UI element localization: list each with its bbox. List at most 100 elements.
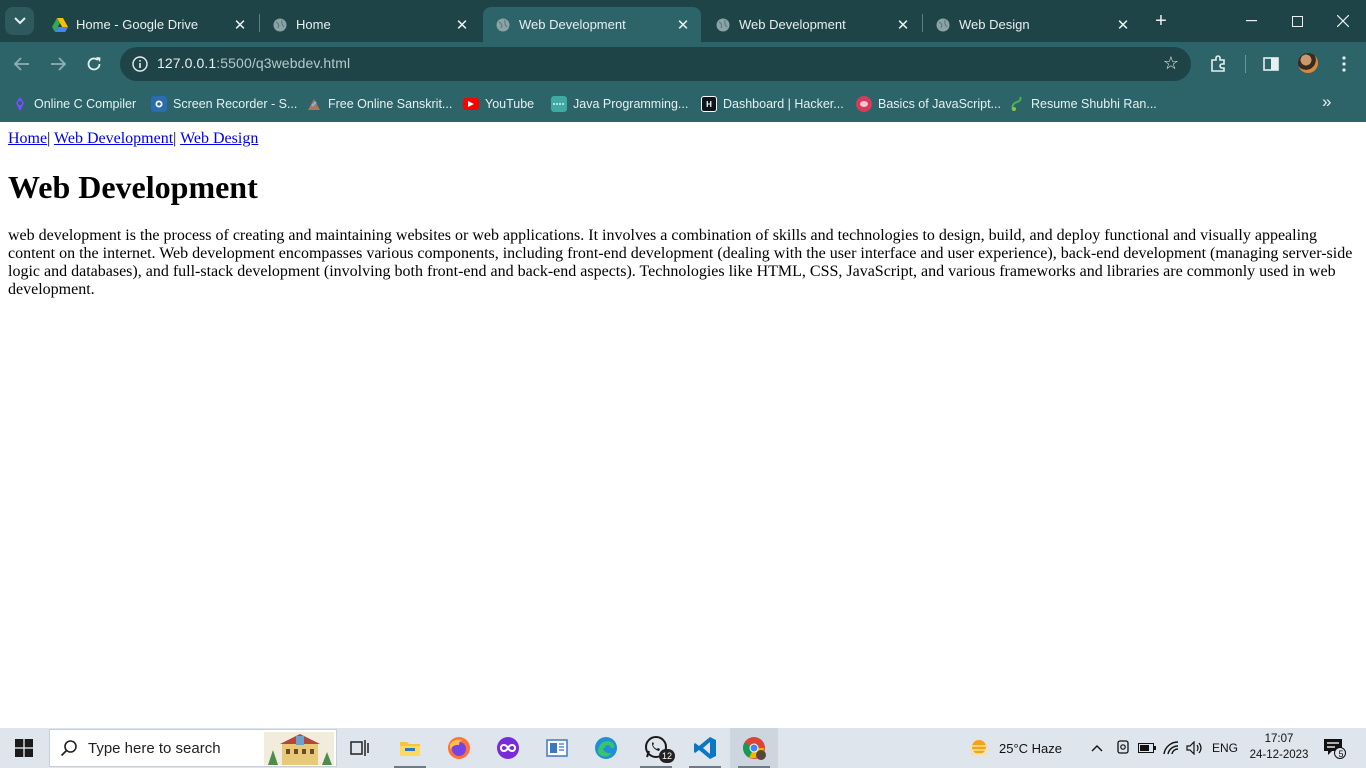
bookmark-label: Resume Shubhi Ran... bbox=[1031, 97, 1157, 111]
weather-text: 25°C Haze bbox=[999, 740, 1063, 756]
bookmark-label: Java Programming... bbox=[573, 97, 689, 111]
bookmark-youtube[interactable]: YouTube bbox=[463, 94, 534, 114]
show-hidden-icons-button[interactable] bbox=[1091, 728, 1103, 768]
language-indicator[interactable]: ENG bbox=[1212, 728, 1238, 768]
close-icon[interactable]: ✕ bbox=[230, 15, 250, 35]
tab-search-button[interactable] bbox=[5, 7, 34, 35]
close-window-button[interactable] bbox=[1320, 0, 1366, 42]
page-heading: Web Development bbox=[8, 169, 258, 205]
whatsapp-button[interactable]: 12 bbox=[632, 728, 680, 768]
tab-web-development-active[interactable]: Web Development ✕ bbox=[483, 7, 701, 42]
wifi-icon[interactable] bbox=[1163, 728, 1181, 768]
page-paragraph: web development is the process of creati… bbox=[8, 227, 1353, 298]
tab-strip: Home - Google Drive ✕ Home ✕ Web Develop… bbox=[0, 0, 1366, 42]
site-info-icon[interactable] bbox=[128, 52, 152, 76]
news-icon bbox=[546, 739, 568, 757]
bookmark-label: YouTube bbox=[485, 97, 535, 111]
folder-icon bbox=[400, 742, 420, 756]
search-icon bbox=[50, 739, 88, 757]
nav-link-home[interactable]: Home bbox=[8, 130, 47, 147]
toolbar-divider bbox=[1245, 55, 1246, 73]
notifications-button[interactable]: 5 bbox=[1322, 728, 1346, 768]
hackerrank-icon: H bbox=[701, 96, 717, 112]
tab-google-drive[interactable]: Home - Google Drive ✕ bbox=[40, 7, 258, 42]
globe-icon bbox=[495, 17, 511, 33]
close-icon[interactable]: ✕ bbox=[893, 15, 913, 35]
reload-icon bbox=[87, 57, 101, 71]
nav-link-web-design[interactable]: Web Design bbox=[180, 130, 258, 147]
meet-now-icon[interactable] bbox=[1116, 728, 1130, 768]
bookmark-star-icon[interactable]: ☆ bbox=[1163, 53, 1179, 74]
youtube-icon bbox=[463, 98, 479, 110]
bookmark-screen-recorder[interactable]: Screen Recorder - S... bbox=[151, 94, 297, 114]
nav-separator: | bbox=[173, 130, 177, 147]
bookmark-hackerrank[interactable]: H Dashboard | Hacker... bbox=[701, 94, 844, 114]
weather-widget[interactable]: 25°C Haze bbox=[968, 728, 1062, 768]
side-panel-icon bbox=[1263, 57, 1279, 71]
minimize-icon bbox=[1245, 20, 1257, 22]
start-button[interactable] bbox=[0, 728, 48, 768]
clock[interactable]: 17:07 24-12-2023 bbox=[1248, 731, 1310, 763]
nav-separator: | bbox=[47, 130, 51, 147]
firefox-button[interactable] bbox=[435, 728, 483, 768]
browser-toolbar: 127.0.0.1:5500/q3webdev.html ☆ bbox=[0, 42, 1366, 86]
tab-title: Home bbox=[296, 17, 331, 32]
address-bar[interactable]: 127.0.0.1:5500/q3webdev.html ☆ bbox=[120, 47, 1191, 81]
edge-icon bbox=[595, 737, 617, 759]
close-icon[interactable]: ✕ bbox=[673, 15, 693, 35]
firefox-icon bbox=[448, 737, 470, 759]
close-icon[interactable]: ✕ bbox=[452, 15, 472, 35]
bookmark-online-c-compiler[interactable]: Online C Compiler bbox=[12, 94, 136, 114]
infinity-app-button[interactable] bbox=[484, 728, 532, 768]
task-view-button[interactable] bbox=[336, 728, 384, 768]
bookmark-java-programming[interactable]: Java Programming... bbox=[551, 94, 688, 114]
menu-button[interactable] bbox=[1330, 50, 1358, 78]
chevron-double-right-icon[interactable]: » bbox=[1322, 92, 1331, 112]
tab-title: Home - Google Drive bbox=[76, 17, 199, 32]
minimize-button[interactable] bbox=[1228, 0, 1274, 42]
forward-button[interactable] bbox=[44, 50, 72, 78]
bookmark-resume[interactable]: Resume Shubhi Ran... bbox=[1009, 94, 1157, 114]
edge-button[interactable] bbox=[582, 728, 630, 768]
url-text: 127.0.0.1:5500/q3webdev.html bbox=[157, 55, 350, 71]
taskbar-search-input[interactable]: Type here to search bbox=[49, 729, 337, 767]
profile-avatar[interactable] bbox=[1298, 53, 1318, 73]
side-panel-button[interactable] bbox=[1257, 50, 1285, 78]
chrome-icon bbox=[743, 737, 766, 760]
nav-link-web-development[interactable]: Web Development bbox=[54, 130, 173, 147]
volume-icon[interactable] bbox=[1186, 728, 1204, 768]
search-highlight-illustration bbox=[264, 732, 334, 765]
file-explorer-button[interactable] bbox=[386, 728, 434, 768]
extensions-button[interactable] bbox=[1204, 50, 1232, 78]
bookmark-label: Basics of JavaScript... bbox=[878, 97, 1001, 111]
vscode-button[interactable] bbox=[681, 728, 729, 768]
close-icon[interactable]: ✕ bbox=[1113, 15, 1133, 35]
javascript-icon bbox=[856, 96, 872, 112]
tab-web-development[interactable]: Web Development ✕ bbox=[703, 7, 921, 42]
reload-button[interactable] bbox=[80, 50, 108, 78]
battery-icon[interactable] bbox=[1138, 728, 1156, 768]
page-nav: Home| Web Development| Web Design bbox=[8, 130, 1358, 148]
java-icon bbox=[551, 96, 567, 112]
back-button[interactable] bbox=[8, 50, 36, 78]
resume-icon bbox=[1009, 96, 1025, 112]
screen-recorder-icon bbox=[151, 96, 167, 112]
sanskrit-icon bbox=[306, 96, 322, 112]
bookmark-label: Screen Recorder - S... bbox=[173, 97, 298, 111]
bookmark-javascript-basics[interactable]: Basics of JavaScript... bbox=[856, 94, 1001, 114]
chrome-button[interactable] bbox=[730, 728, 778, 768]
plus-icon: + bbox=[1155, 9, 1167, 32]
bookmark-sanskrit[interactable]: Free Online Sanskrit... bbox=[306, 94, 452, 114]
tab-home[interactable]: Home ✕ bbox=[260, 7, 480, 42]
search-placeholder: Type here to search bbox=[88, 739, 221, 757]
windows-logo-icon bbox=[15, 739, 33, 757]
new-tab-button[interactable]: + bbox=[1148, 9, 1174, 33]
news-app-button[interactable] bbox=[533, 728, 581, 768]
infinity-app-icon bbox=[497, 737, 519, 759]
tab-title: Web Development bbox=[739, 17, 846, 32]
tab-web-design[interactable]: Web Design ✕ bbox=[923, 7, 1141, 42]
maximize-button[interactable] bbox=[1274, 0, 1320, 42]
globe-icon bbox=[715, 17, 731, 33]
programiz-icon bbox=[12, 96, 28, 112]
chevron-up-icon bbox=[1091, 745, 1103, 752]
